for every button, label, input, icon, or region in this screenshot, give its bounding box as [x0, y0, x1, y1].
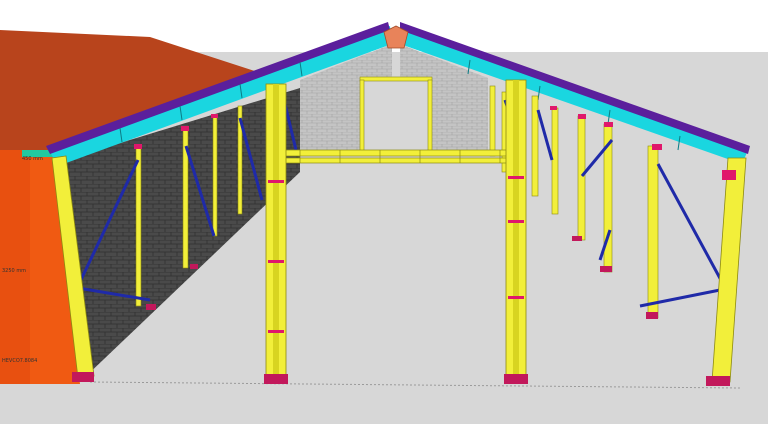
dimension-label-bottom: HEVCO7.8084 — [2, 358, 37, 364]
dimension-label-mid: 3250 mm — [2, 268, 26, 274]
adjacent-building-front — [0, 150, 30, 384]
front-left-column — [264, 83, 288, 384]
structure-render: 450 mm 3250 mm HEVCO7.8084 — [0, 0, 768, 424]
front-right-column — [504, 79, 528, 384]
dimension-label-top: 450 mm — [22, 156, 43, 162]
gable-opening — [364, 80, 430, 152]
